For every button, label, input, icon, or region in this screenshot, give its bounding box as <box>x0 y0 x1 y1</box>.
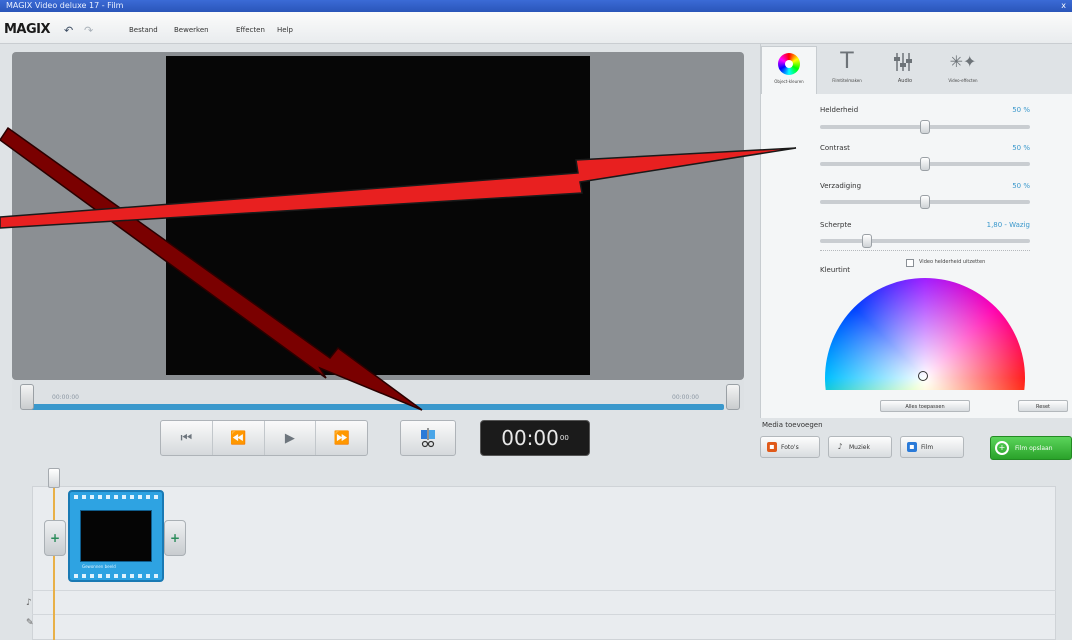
export-icon: + <box>995 441 1009 455</box>
sparkle-icon: ✳✦ <box>949 52 977 71</box>
magix-logo: MAGIX <box>4 22 51 37</box>
transport-controls: ⏮ ⏪ ▶ ⏩ <box>160 420 368 456</box>
add-photos-button[interactable]: ▪ Foto's <box>760 436 820 458</box>
saturation-label: Verzadiging <box>820 182 862 190</box>
timecode-display: 00:00 00 <box>480 420 590 456</box>
redo-icon[interactable]: ↷ <box>84 24 93 37</box>
sharpness-slider[interactable] <box>820 239 1030 243</box>
sharpness-value: 1,80 - Wazig <box>986 221 1030 229</box>
track-divider <box>32 614 1056 615</box>
color-wheel-icon <box>778 53 800 75</box>
undo-icon[interactable]: ↶ <box>64 24 73 37</box>
pen-icon: ✎ <box>26 618 34 628</box>
menu-bar: MAGIX ↶ ↷ Bestand Bewerken Effecten Help <box>0 12 1072 44</box>
brightness-label: Helderheid <box>820 106 859 114</box>
title-bar: MAGIX Video deluxe 17 - Film x <box>0 0 1072 12</box>
brightness-value: 50 % <box>1012 106 1030 114</box>
clip-name: Gewonnen beeld <box>82 564 116 569</box>
save-film-button[interactable]: + Film opslaan <box>990 436 1072 460</box>
skip-to-start-icon: ⏮ <box>180 430 193 446</box>
clip-thumbnail <box>80 510 152 562</box>
tab-video-effects[interactable]: ✳✦ Video-effecten <box>935 46 991 94</box>
panel-tabs: Object-kleuren T Filmtitelmaken Audio ✳✦… <box>761 44 1072 94</box>
playhead-handle[interactable] <box>48 468 60 488</box>
menu-bestand[interactable]: Bestand <box>129 26 158 34</box>
fast-forward-button[interactable]: ⏩ <box>316 421 367 455</box>
sharpness-label: Scherpte <box>820 221 852 229</box>
saturation-thumb[interactable] <box>920 195 930 209</box>
window-title: MAGIX Video deluxe 17 - Film <box>6 1 124 10</box>
tab-object-colors[interactable]: Object-kleuren <box>761 46 817 94</box>
color-tint-marker[interactable] <box>918 371 928 381</box>
rewind-icon: ⏪ <box>230 430 247 446</box>
add-film-button[interactable]: ▪ Film <box>900 436 964 458</box>
add-photos-label: Foto's <box>781 443 799 451</box>
scrub-track[interactable] <box>30 404 724 410</box>
color-tint-label: Kleurtint <box>820 266 851 274</box>
menu-help[interactable]: Help <box>277 26 293 34</box>
film-holes <box>74 495 158 499</box>
menu-bewerken[interactable]: Bewerken <box>174 26 209 34</box>
title-t-icon: T <box>840 49 854 74</box>
close-icon[interactable]: x <box>1061 0 1066 12</box>
media-add-label: Media toevoegen <box>762 421 823 429</box>
cut-scene-button[interactable] <box>400 420 456 456</box>
timecode-frames: 00 <box>559 434 569 442</box>
tab-audio[interactable]: Audio <box>877 46 933 94</box>
rewind-button[interactable]: ⏪ <box>213 421 265 455</box>
preview-screen[interactable] <box>166 56 590 375</box>
storyboard <box>32 486 1056 640</box>
sharpness-thumb[interactable] <box>862 234 872 248</box>
reset-button[interactable]: Reset <box>1018 400 1068 412</box>
apply-all-button[interactable]: Alles toepassen <box>880 400 970 412</box>
plus-icon: + <box>169 531 181 545</box>
contrast-label: Contrast <box>820 144 850 152</box>
save-film-label: Film opslaan <box>1015 444 1053 452</box>
app-window: MAGIX Video deluxe 17 - Film x MAGIX ↶ ↷… <box>0 0 1072 640</box>
audio-mixer-icon <box>877 46 933 78</box>
add-film-label: Film <box>921 443 934 451</box>
insert-after-button[interactable]: + <box>164 520 186 556</box>
scissors-split-icon <box>421 428 435 448</box>
scrub-end-time: 00:00:00 <box>672 394 699 401</box>
tab-title[interactable]: T Filmtitelmaken <box>819 46 875 94</box>
fast-forward-icon: ⏩ <box>333 430 350 446</box>
film-holes <box>74 574 158 578</box>
tab-label: Video-effecten <box>948 78 978 83</box>
track-divider <box>32 590 1056 591</box>
skip-to-start-button[interactable]: ⏮ <box>161 421 213 455</box>
insert-before-button[interactable]: + <box>44 520 66 556</box>
sharpness-ticks <box>820 250 1030 254</box>
play-button[interactable]: ▶ <box>265 421 317 455</box>
tab-label: Filmtitelmaken <box>832 78 862 83</box>
brightness-thumb[interactable] <box>920 120 930 134</box>
add-music-label: Muziek <box>849 443 870 451</box>
video-brightness-checkbox-label: Video helderheid uitzetten <box>919 259 986 265</box>
add-music-button[interactable]: ♪ Muziek <box>828 436 892 458</box>
saturation-value: 50 % <box>1012 182 1030 190</box>
scrub-end-handle[interactable] <box>726 384 740 410</box>
music-note-icon: ♪ <box>837 442 843 451</box>
scrub-start-handle[interactable] <box>20 384 34 410</box>
plus-icon: + <box>49 531 61 545</box>
storyboard-clip[interactable]: Gewonnen beeld <box>68 490 164 582</box>
video-brightness-checkbox[interactable] <box>906 259 914 267</box>
tab-label: Audio <box>897 78 913 84</box>
contrast-value: 50 % <box>1012 144 1030 152</box>
film-icon: ▪ <box>907 442 917 452</box>
photos-icon: ▪ <box>767 442 777 452</box>
menu-effecten[interactable]: Effecten <box>236 26 265 34</box>
scrub-start-time: 00:00:00 <box>52 394 79 401</box>
tab-label: Object-kleuren <box>774 79 804 84</box>
audio-track-icon: ♪ <box>26 598 32 608</box>
play-icon: ▶ <box>284 430 295 446</box>
contrast-thumb[interactable] <box>920 157 930 171</box>
timecode-main: 00:00 <box>501 426 559 450</box>
